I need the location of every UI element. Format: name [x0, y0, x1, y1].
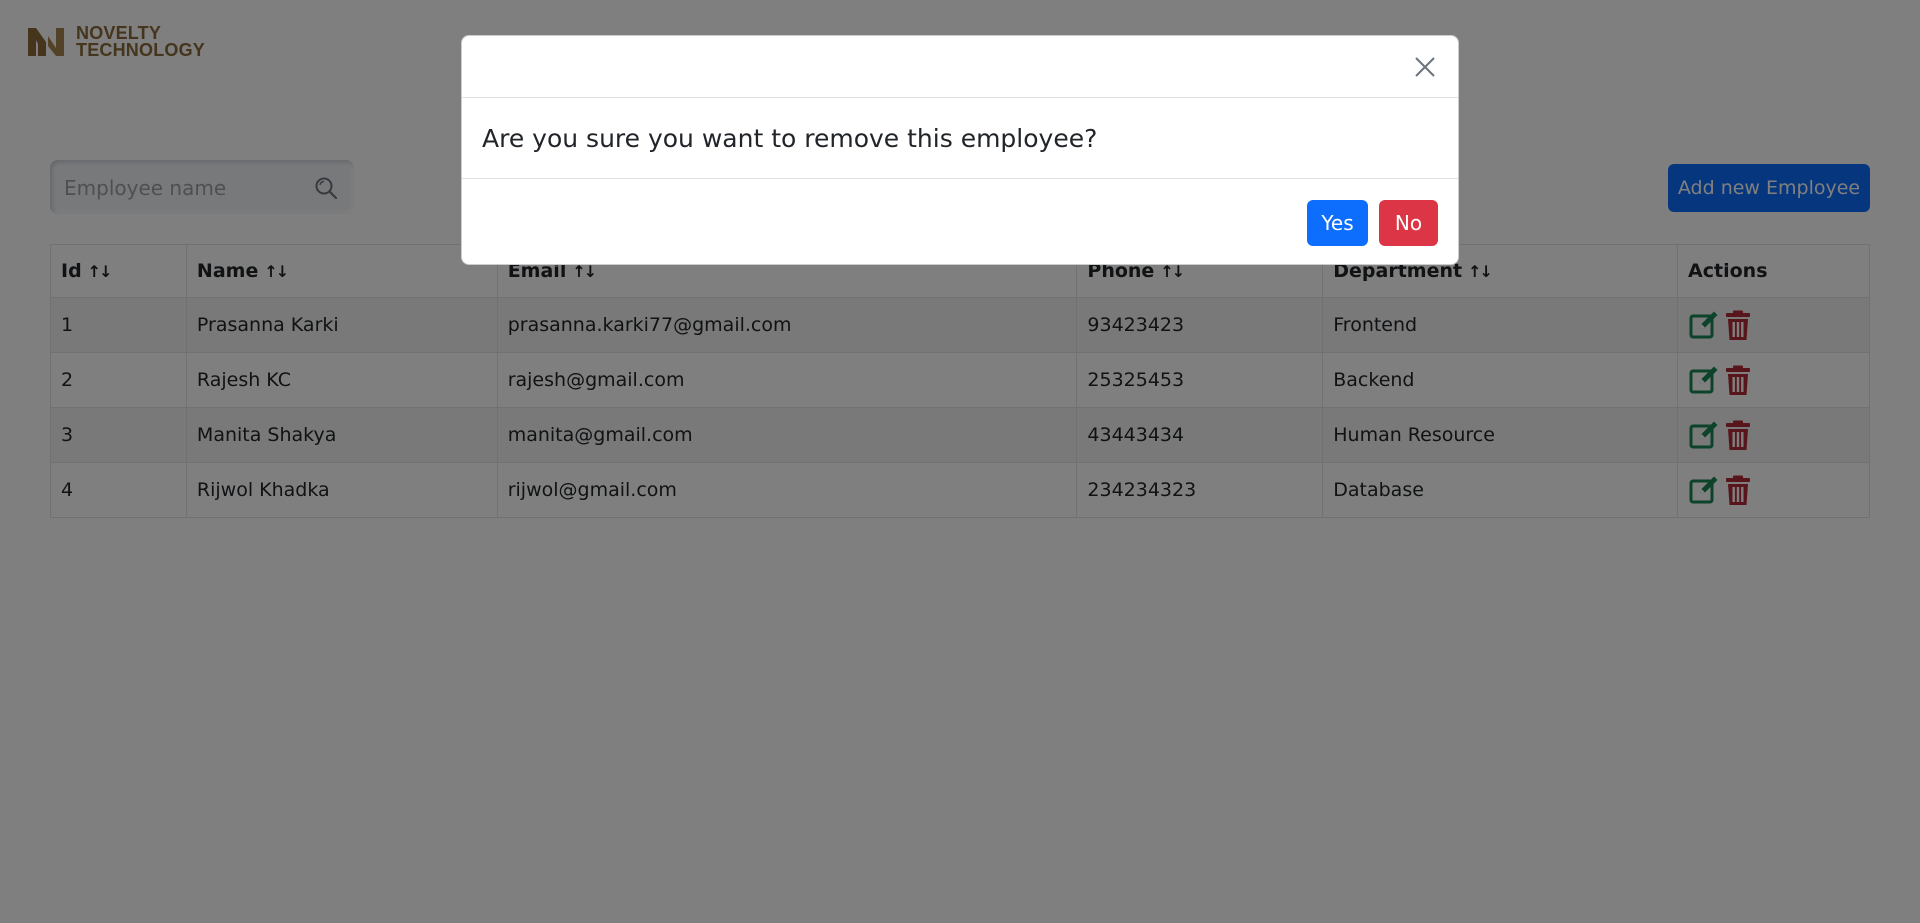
confirm-remove-dialog: Are you sure you want to remove this emp…: [461, 35, 1459, 265]
yes-button[interactable]: Yes: [1307, 199, 1368, 246]
dialog-footer: Yes No: [462, 179, 1458, 266]
close-icon: [1415, 57, 1435, 77]
dialog-message: Are you sure you want to remove this emp…: [462, 98, 1458, 179]
close-button[interactable]: [1408, 50, 1442, 84]
employee-page: NOVELTY TECHNOLOGY Add new Employee Id↑↓…: [0, 0, 1920, 923]
no-button[interactable]: No: [1379, 199, 1438, 246]
dialog-header: [462, 36, 1458, 98]
